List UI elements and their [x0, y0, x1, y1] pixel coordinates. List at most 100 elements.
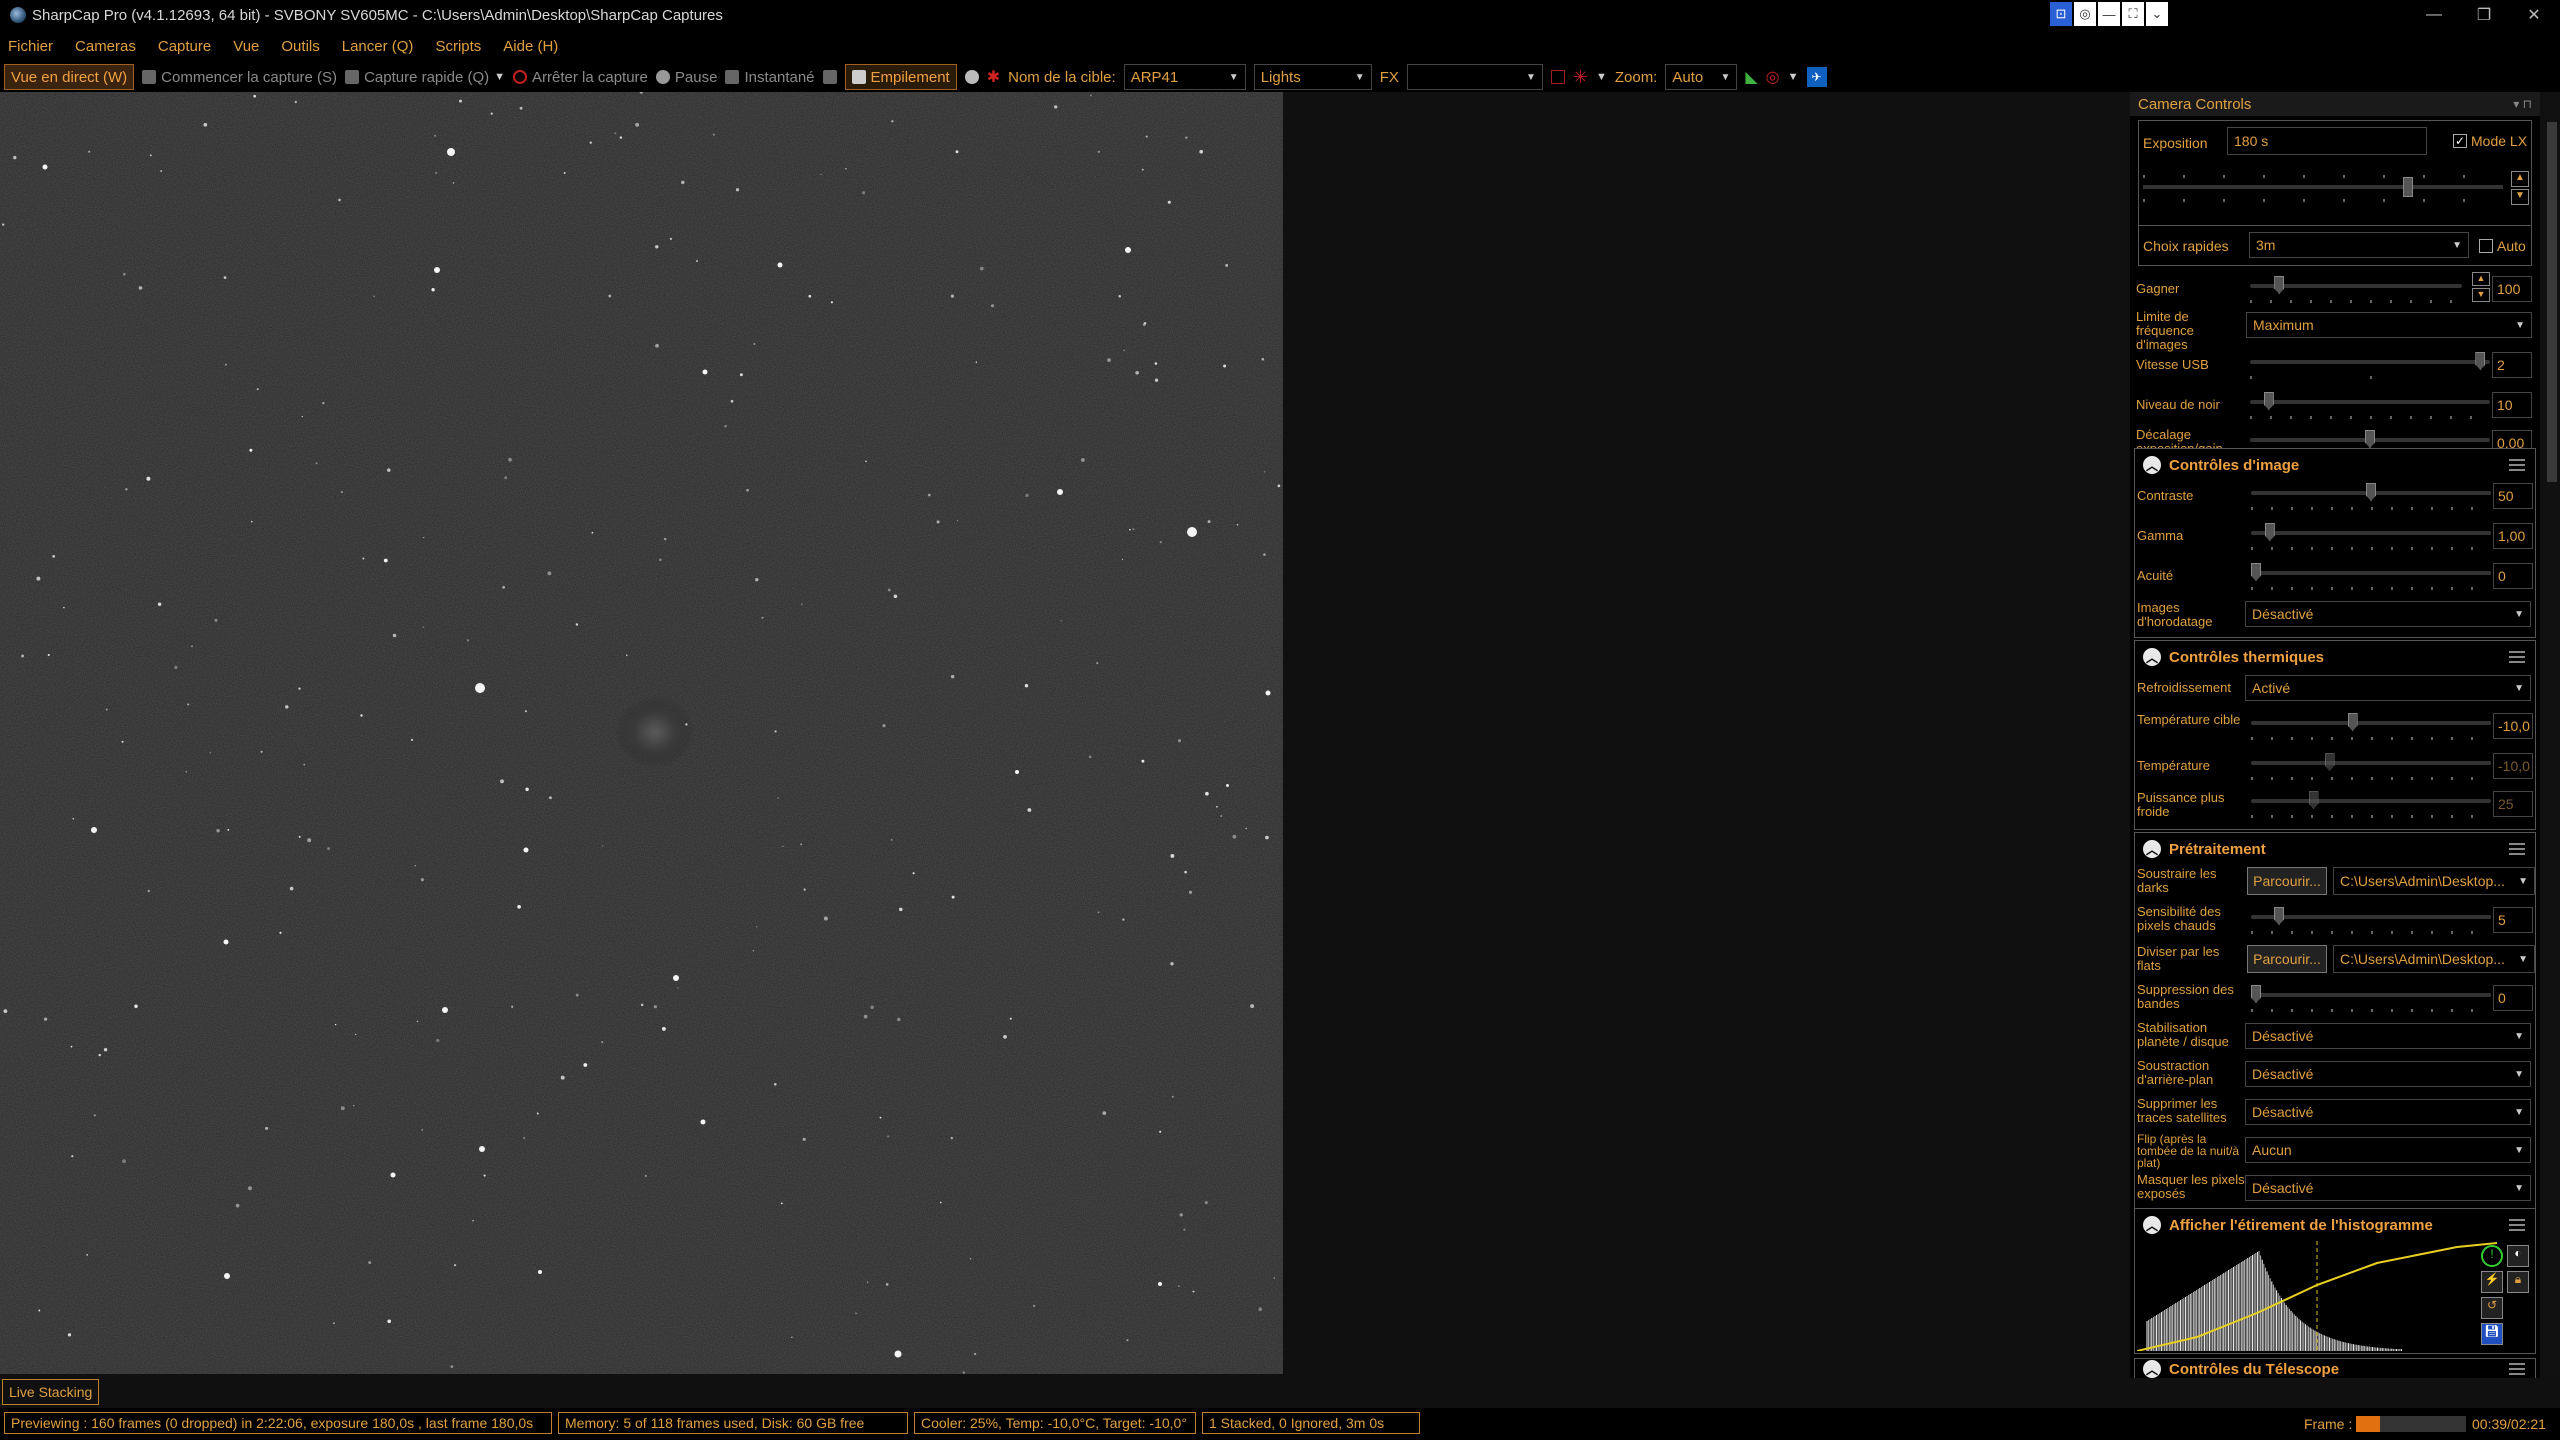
- menu-vue[interactable]: Vue: [233, 38, 259, 55]
- chevron-up-icon[interactable]: ▲: [2472, 272, 2490, 286]
- remote-app-icon[interactable]: ⊡: [2050, 2, 2072, 26]
- slider-thumb[interactable]: [2274, 907, 2284, 925]
- bug-button[interactable]: ✱: [987, 64, 1000, 90]
- collapse-icon[interactable]: ︿: [2143, 1360, 2161, 1378]
- cooling-select[interactable]: Activé ▼: [2245, 675, 2531, 701]
- sphere-button[interactable]: [964, 64, 979, 90]
- usb-speed-slider[interactable]: [2250, 352, 2490, 370]
- menu-capture[interactable]: Capture: [158, 38, 211, 55]
- reticle-square-icon[interactable]: [1550, 70, 1565, 84]
- fx-select[interactable]: ▼: [1406, 64, 1543, 90]
- banding-value[interactable]: 0: [2493, 985, 2533, 1011]
- close-button[interactable]: ✕: [2510, 0, 2558, 30]
- slider-thumb[interactable]: [2366, 483, 2376, 501]
- histogram-chart[interactable]: [2137, 1241, 2497, 1351]
- menu-scripts[interactable]: Scripts: [435, 38, 481, 55]
- black-level-slider[interactable]: [2250, 392, 2490, 410]
- flip-select[interactable]: Aucun ▼: [2245, 1137, 2531, 1163]
- mask-select[interactable]: Désactivé ▼: [2245, 1175, 2531, 1201]
- chevron-down-icon[interactable]: ▼: [1788, 71, 1799, 83]
- histogram-icon[interactable]: ◣: [1745, 67, 1757, 87]
- pause-button[interactable]: Pause: [655, 64, 717, 90]
- menu-icon[interactable]: [2509, 459, 2525, 471]
- slider-thumb[interactable]: [2274, 276, 2285, 294]
- chevron-down-icon[interactable]: ▼: [494, 71, 505, 83]
- menu-icon[interactable]: [2509, 651, 2525, 663]
- minimize-button[interactable]: —: [2410, 0, 2458, 30]
- target-temp-value[interactable]: -10,0: [2493, 713, 2533, 739]
- slider-thumb[interactable]: [2365, 430, 2375, 448]
- darks-browse-button[interactable]: Parcourir...: [2247, 867, 2327, 895]
- slider-thumb[interactable]: [2264, 523, 2275, 541]
- telescope-header[interactable]: ︿ Contrôles du Télescope: [2135, 1359, 2535, 1378]
- sharpness-value[interactable]: 0: [2493, 563, 2533, 589]
- target-temp-slider[interactable]: [2251, 713, 2491, 731]
- gain-slider[interactable]: [2250, 276, 2462, 294]
- flats-browse-button[interactable]: Parcourir...: [2247, 945, 2327, 973]
- collapse-icon[interactable]: ︿: [2143, 648, 2161, 666]
- target-name-combo[interactable]: ARP41 ▼: [1123, 64, 1246, 90]
- histogram-header[interactable]: ︿ Afficher l'étirement de l'histogramme: [2135, 1209, 2535, 1241]
- gamma-slider[interactable]: [2251, 523, 2491, 541]
- thermal-controls-header[interactable]: ︿ Contrôles thermiques: [2135, 641, 2535, 673]
- stacking-button[interactable]: Empilement: [844, 64, 957, 90]
- banding-slider[interactable]: [2251, 985, 2491, 1003]
- contrast-icon[interactable]: ◐: [2507, 1245, 2529, 1267]
- globe-icon[interactable]: ◎: [2074, 2, 2096, 26]
- hot-pixels-value[interactable]: 5: [2493, 907, 2533, 933]
- slider-thumb[interactable]: [2263, 392, 2274, 410]
- quick-capture-button[interactable]: Capture rapide (Q) ▼: [345, 64, 505, 90]
- slider-thumb[interactable]: [2251, 563, 2261, 581]
- scrollbar-thumb[interactable]: [2547, 122, 2557, 482]
- background-select[interactable]: Désactivé ▼: [2245, 1061, 2531, 1087]
- gamma-value[interactable]: 1,00: [2493, 523, 2533, 549]
- menu-icon[interactable]: [2509, 1219, 2525, 1231]
- chevron-up-icon[interactable]: ▲: [2511, 171, 2529, 187]
- slider-thumb[interactable]: [2347, 713, 2358, 731]
- maximize-button[interactable]: ❐: [2460, 0, 2508, 30]
- auto-stretch-icon[interactable]: !: [2481, 1245, 2503, 1267]
- chevron-down-icon[interactable]: ▼: [2472, 288, 2490, 302]
- black-level-value[interactable]: 10: [2492, 392, 2532, 418]
- hot-pixels-slider[interactable]: [2251, 907, 2491, 925]
- live-view-button[interactable]: Vue en direct (W): [4, 64, 135, 90]
- reset-icon[interactable]: ↺: [2481, 1297, 2503, 1319]
- stop-capture-button[interactable]: Arrêter la capture: [513, 64, 648, 90]
- snapshot-button[interactable]: Instantané: [725, 64, 815, 90]
- satellites-select[interactable]: Désactivé ▼: [2245, 1099, 2531, 1125]
- fullscreen-icon[interactable]: ⛶: [2122, 2, 2144, 26]
- lx-mode-checkbox[interactable]: ✓ Mode LX: [2453, 133, 2527, 149]
- slider-thumb[interactable]: [2475, 352, 2486, 370]
- preprocessing-header[interactable]: ︿ Prétraitement: [2135, 833, 2535, 865]
- exposure-input[interactable]: 180 s: [2227, 127, 2427, 155]
- pin-icon[interactable]: ▾ ⊓: [2513, 97, 2532, 111]
- menu-icon[interactable]: [2509, 843, 2525, 855]
- menu-aide[interactable]: Aide (H): [503, 38, 558, 55]
- menu-icon[interactable]: [2509, 1363, 2525, 1375]
- chevron-down-icon[interactable]: ▼: [1596, 71, 1607, 83]
- slider-thumb[interactable]: [2251, 985, 2261, 1003]
- frame-type-select[interactable]: Lights ▼: [1253, 64, 1372, 90]
- reticle-cross-icon[interactable]: ✳: [1573, 67, 1588, 88]
- collapse-icon[interactable]: ︿: [2143, 456, 2161, 474]
- menu-outils[interactable]: Outils: [281, 38, 319, 55]
- stabilization-select[interactable]: Désactivé ▼: [2245, 1023, 2531, 1049]
- save-icon[interactable]: 💾︎: [2481, 1323, 2503, 1345]
- live-stacking-tab[interactable]: Live Stacking: [2, 1379, 100, 1405]
- sharpness-slider[interactable]: [2251, 563, 2491, 581]
- contrast-slider[interactable]: [2251, 483, 2491, 501]
- focus-icon[interactable]: ◎: [1766, 67, 1780, 87]
- quick-choice-select[interactable]: 3m ▼: [2249, 232, 2469, 258]
- menu-cameras[interactable]: Cameras: [75, 38, 136, 55]
- collapse-icon[interactable]: ︿: [2143, 1216, 2161, 1234]
- flats-path-select[interactable]: C:\Users\Admin\Desktop... ▼: [2333, 945, 2535, 973]
- exposure-slider[interactable]: [2143, 177, 2503, 197]
- exp-gain-offset-slider[interactable]: [2250, 430, 2490, 448]
- gain-value[interactable]: 100: [2492, 276, 2532, 302]
- timestamp-select[interactable]: Désactivé ▼: [2245, 601, 2531, 627]
- collapse-icon[interactable]: ︿: [2143, 840, 2161, 858]
- chevron-down-icon[interactable]: ▼: [2511, 189, 2529, 205]
- darks-path-select[interactable]: C:\Users\Admin\Desktop... ▼: [2333, 867, 2535, 895]
- camera-image-view[interactable]: [0, 92, 1283, 1374]
- auto-checkbox[interactable]: Auto: [2479, 238, 2526, 254]
